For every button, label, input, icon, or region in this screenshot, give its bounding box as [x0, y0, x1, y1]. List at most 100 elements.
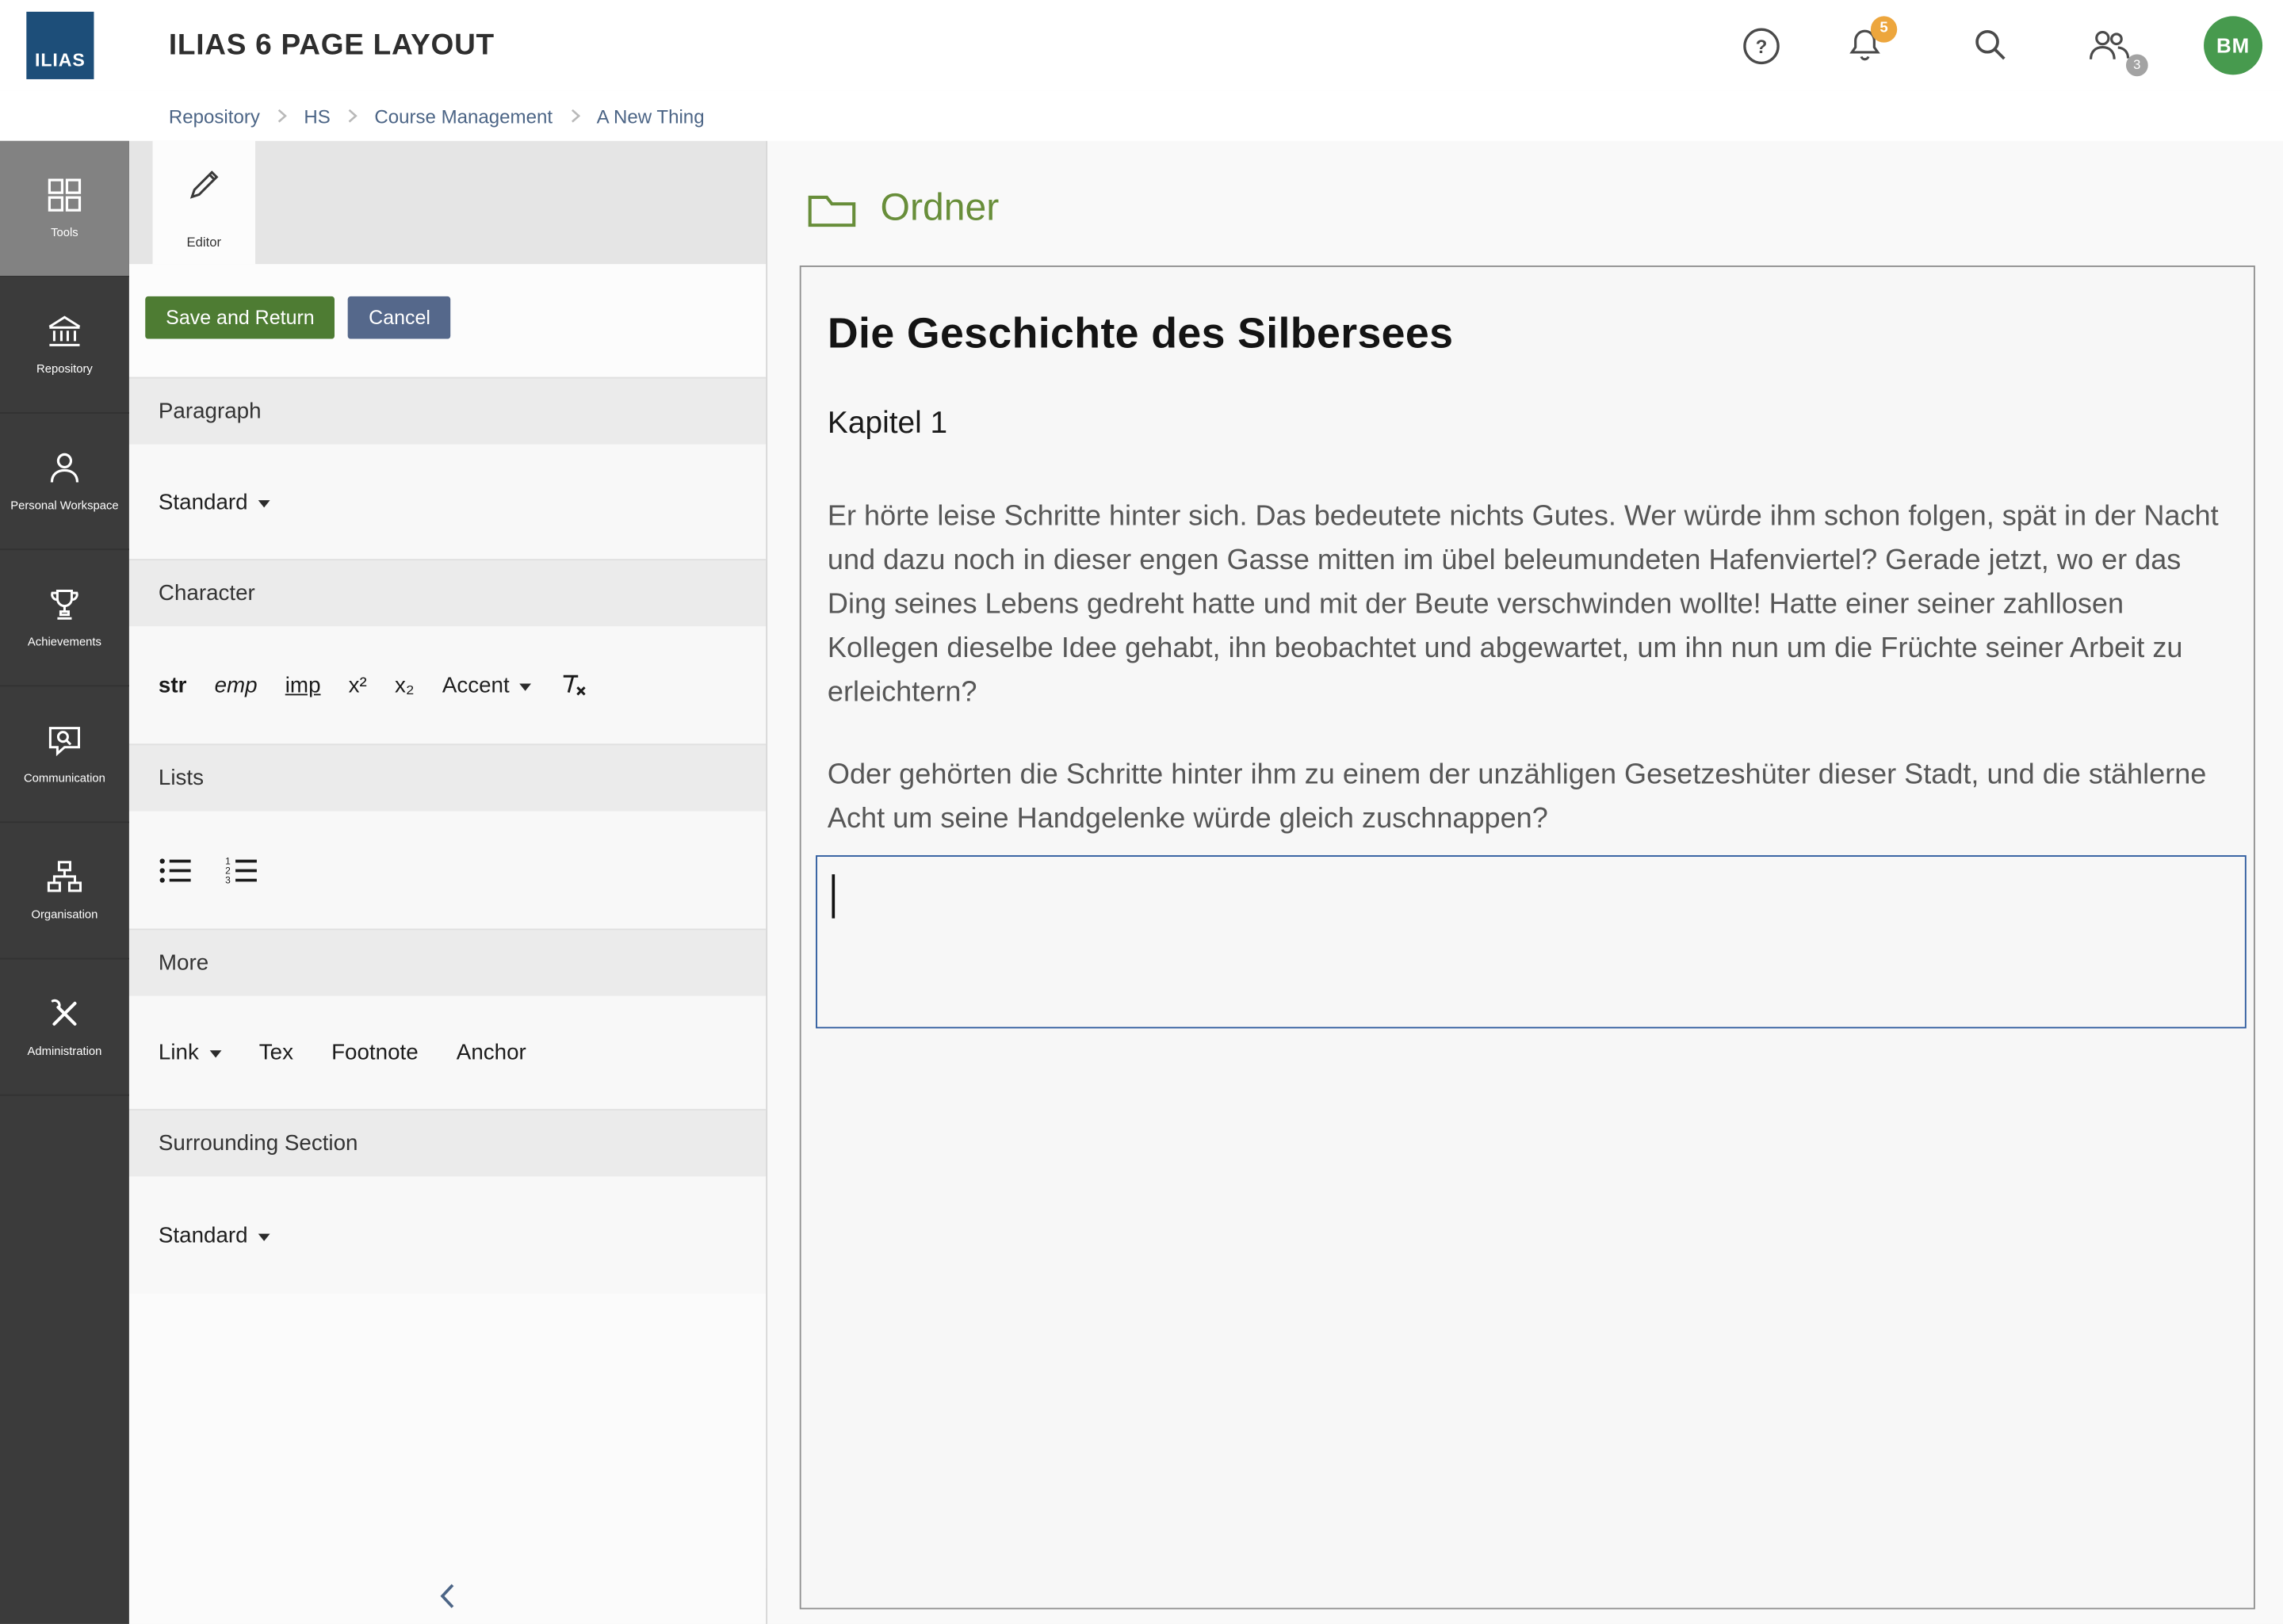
- sidebar-item-organisation[interactable]: Organisation: [0, 823, 129, 959]
- top-bar: ILIAS ILIAS 6 PAGE LAYOUT ? 5: [0, 0, 2283, 91]
- sidebar-item-label: Tools: [48, 227, 81, 240]
- tex-button[interactable]: Tex: [259, 1040, 293, 1064]
- bank-icon: [45, 313, 83, 351]
- breadcrumb-course-management[interactable]: Course Management: [374, 105, 553, 127]
- section-lists-header: Lists: [129, 743, 766, 811]
- surrounding-style-dropdown[interactable]: Standard: [159, 1223, 270, 1248]
- document-paragraph-1: Er hörte leise Schritte hinter sich. Das…: [828, 495, 2224, 715]
- breadcrumb: Repository HS Course Management A New Th…: [0, 91, 2283, 141]
- folder-icon: [805, 187, 859, 228]
- sidebar-item-label: Administration: [25, 1045, 105, 1059]
- chevron-down-icon: [258, 1233, 270, 1240]
- chat-search-icon: [45, 722, 83, 760]
- section-surrounding-header: Surrounding Section: [129, 1109, 766, 1176]
- pencil-icon: [185, 164, 223, 202]
- collapse-panel-button[interactable]: [129, 1569, 766, 1624]
- sidebar-item-repository[interactable]: Repository: [0, 277, 129, 414]
- sidebar-item-achievements[interactable]: Achievements: [0, 550, 129, 686]
- tab-editor[interactable]: Editor: [152, 141, 255, 264]
- chevron-right-icon: [276, 107, 288, 124]
- character-tools-row: str emp imp x² x₂ Accent: [129, 626, 766, 743]
- page-editor-canvas: Die Geschichte des Silbersees Kapitel 1 …: [800, 266, 2255, 1609]
- editor-panel: Editor Save and Return Cancel Paragraph …: [129, 141, 767, 1624]
- notifications-button[interactable]: 5: [1845, 25, 1883, 65]
- accent-dropdown[interactable]: Accent: [442, 673, 532, 697]
- footnote-button[interactable]: Footnote: [331, 1040, 419, 1064]
- document-title: Die Geschichte des Silbersees: [828, 311, 2228, 359]
- document-chapter: Kapitel 1: [828, 407, 2228, 441]
- paragraph-style-dropdown[interactable]: Standard: [159, 489, 270, 514]
- superscript-button[interactable]: x²: [349, 673, 367, 697]
- section-more-header: More: [129, 929, 766, 996]
- document-paragraph-2: Oder gehörten die Schritte hinter ihm zu…: [828, 753, 2228, 841]
- users-icon: [2086, 25, 2133, 65]
- sidebar-item-label: Achievements: [25, 636, 104, 649]
- numbered-list-button[interactable]: 1 2 3: [224, 856, 258, 884]
- svg-text:?: ?: [1756, 36, 1768, 57]
- user-menu-button[interactable]: BM: [2204, 16, 2262, 75]
- online-users-button[interactable]: 3: [2086, 25, 2133, 65]
- subscript-button[interactable]: x₂: [395, 673, 415, 697]
- text-cursor: [832, 874, 835, 919]
- sidebar-item-communication[interactable]: Communication: [0, 686, 129, 823]
- anchor-button[interactable]: Anchor: [457, 1040, 526, 1064]
- sidebar-item-administration[interactable]: Administration: [0, 959, 129, 1095]
- help-button[interactable]: ?: [1742, 25, 1781, 65]
- link-dropdown[interactable]: Link: [159, 1040, 221, 1064]
- active-edit-area[interactable]: [816, 855, 2247, 1028]
- topbar-actions: ? 5: [1742, 0, 2262, 91]
- emphasis-button[interactable]: emp: [215, 673, 258, 697]
- avatar: BM: [2204, 16, 2262, 75]
- ilias-logo[interactable]: ILIAS: [26, 12, 94, 79]
- cancel-button[interactable]: Cancel: [348, 296, 451, 339]
- chevron-left-icon: [438, 1581, 456, 1611]
- svg-text:3: 3: [225, 874, 231, 884]
- online-users-badge: 3: [2126, 54, 2148, 76]
- section-character-header: Character: [129, 559, 766, 626]
- editor-tab-strip: Editor: [129, 141, 766, 264]
- editor-panel-filler: [129, 1293, 766, 1568]
- surrounding-style-row: Standard: [129, 1176, 766, 1293]
- section-paragraph-header: Paragraph: [129, 377, 766, 445]
- surrounding-style-value: Standard: [159, 1223, 248, 1248]
- clear-formatting-button[interactable]: [560, 671, 589, 700]
- sidebar-item-label: Repository: [33, 363, 95, 376]
- content-area: Ordner Die Geschichte des Silbersees Kap…: [767, 141, 2283, 1624]
- chevron-down-icon: [520, 683, 532, 690]
- search-button[interactable]: [1972, 26, 2010, 64]
- page-title-header: ILIAS 6 PAGE LAYOUT: [169, 0, 495, 91]
- paragraph-style-row: Standard: [129, 445, 766, 559]
- object-title-row: Ordner: [805, 185, 2283, 230]
- more-tools-row: Link Tex Footnote Anchor: [129, 996, 766, 1110]
- numbered-list-icon: 1 2 3: [224, 856, 258, 884]
- search-icon: [1972, 26, 2010, 64]
- sidebar-item-tools[interactable]: Tools: [0, 141, 129, 277]
- strong-button[interactable]: str: [159, 673, 187, 697]
- trophy-icon: [45, 586, 83, 624]
- breadcrumb-repository[interactable]: Repository: [169, 105, 260, 127]
- breadcrumb-a-new-thing[interactable]: A New Thing: [597, 105, 705, 127]
- object-title: Ordner: [881, 185, 1000, 230]
- help-icon: ?: [1742, 25, 1781, 65]
- paragraph-style-value: Standard: [159, 489, 248, 514]
- main-sidebar: Tools Repository Personal W: [0, 141, 129, 1624]
- chevron-down-icon: [258, 499, 270, 506]
- bullet-list-icon: [159, 856, 193, 884]
- editor-actions: Save and Return Cancel: [129, 264, 766, 377]
- accent-label: Accent: [442, 673, 510, 697]
- crossed-tools-icon: [45, 995, 83, 1034]
- lists-tools-row: 1 2 3: [129, 812, 766, 929]
- sidebar-item-personal-workspace[interactable]: Personal Workspace: [0, 414, 129, 550]
- bullet-list-button[interactable]: [159, 856, 193, 884]
- tab-editor-label: Editor: [186, 235, 221, 250]
- sidebar-item-label: Personal Workspace: [8, 499, 122, 513]
- chevron-down-icon: [209, 1050, 221, 1057]
- notification-badge: 5: [1871, 15, 1897, 41]
- breadcrumb-hs[interactable]: HS: [304, 105, 330, 127]
- important-button[interactable]: imp: [285, 673, 321, 697]
- org-chart-icon: [45, 859, 83, 897]
- grid-icon: [45, 177, 83, 215]
- chevron-right-icon: [568, 107, 580, 124]
- save-and-return-button[interactable]: Save and Return: [145, 296, 335, 339]
- person-icon: [45, 449, 83, 487]
